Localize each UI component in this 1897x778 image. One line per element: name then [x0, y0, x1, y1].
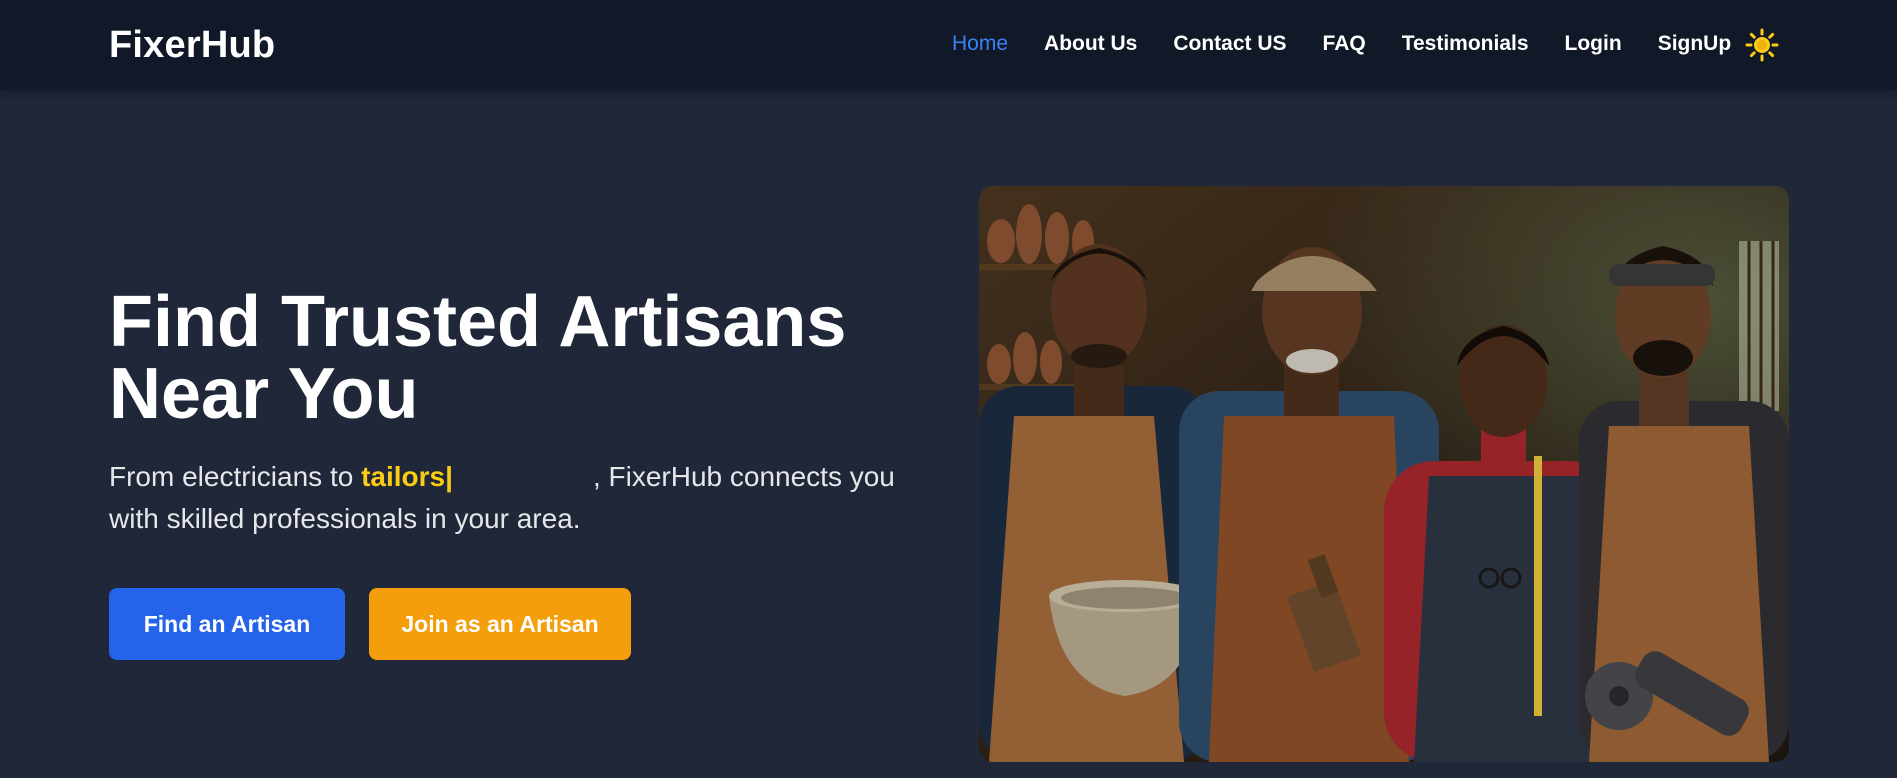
hero-title: Find Trusted Artisans Near You: [109, 286, 949, 430]
hero-subtitle: From electricians to tailors|, FixerHub …: [109, 456, 909, 540]
main-nav: Home About Us Contact US FAQ Testimonial…: [952, 32, 1731, 56]
hero-title-line1: Find Trusted Artisans: [109, 282, 847, 362]
nav-faq[interactable]: FAQ: [1323, 32, 1366, 56]
nav-signup[interactable]: SignUp: [1658, 32, 1732, 56]
typed-word: tailors|: [361, 461, 453, 492]
nav-contact-us[interactable]: Contact US: [1173, 32, 1286, 56]
find-artisan-button[interactable]: Find an Artisan: [109, 588, 345, 660]
subtitle-prefix: From electricians to: [109, 461, 354, 492]
sun-icon[interactable]: [1745, 28, 1779, 62]
artisans-photo: [979, 186, 1789, 762]
join-artisan-button[interactable]: Join as an Artisan: [369, 588, 631, 660]
nav-about-us[interactable]: About Us: [1044, 32, 1137, 56]
nav-home[interactable]: Home: [952, 32, 1008, 56]
top-navbar: FixerHub Home About Us Contact US FAQ Te…: [0, 0, 1897, 90]
brand-logo[interactable]: FixerHub: [109, 24, 275, 67]
nav-login[interactable]: Login: [1565, 32, 1622, 56]
nav-testimonials[interactable]: Testimonials: [1402, 32, 1529, 56]
hero-title-line2: Near You: [109, 354, 419, 434]
